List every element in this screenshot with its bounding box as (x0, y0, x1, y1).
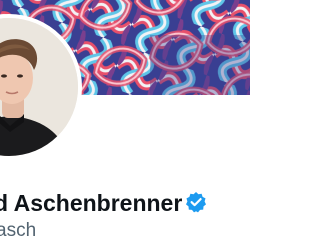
verified-badge-icon[interactable] (185, 191, 207, 213)
profile-display-name: d Aschenbrenner (0, 190, 183, 216)
profile-handle: asch (0, 220, 37, 241)
profile-header: d Aschenbrenner asch (0, 0, 250, 250)
